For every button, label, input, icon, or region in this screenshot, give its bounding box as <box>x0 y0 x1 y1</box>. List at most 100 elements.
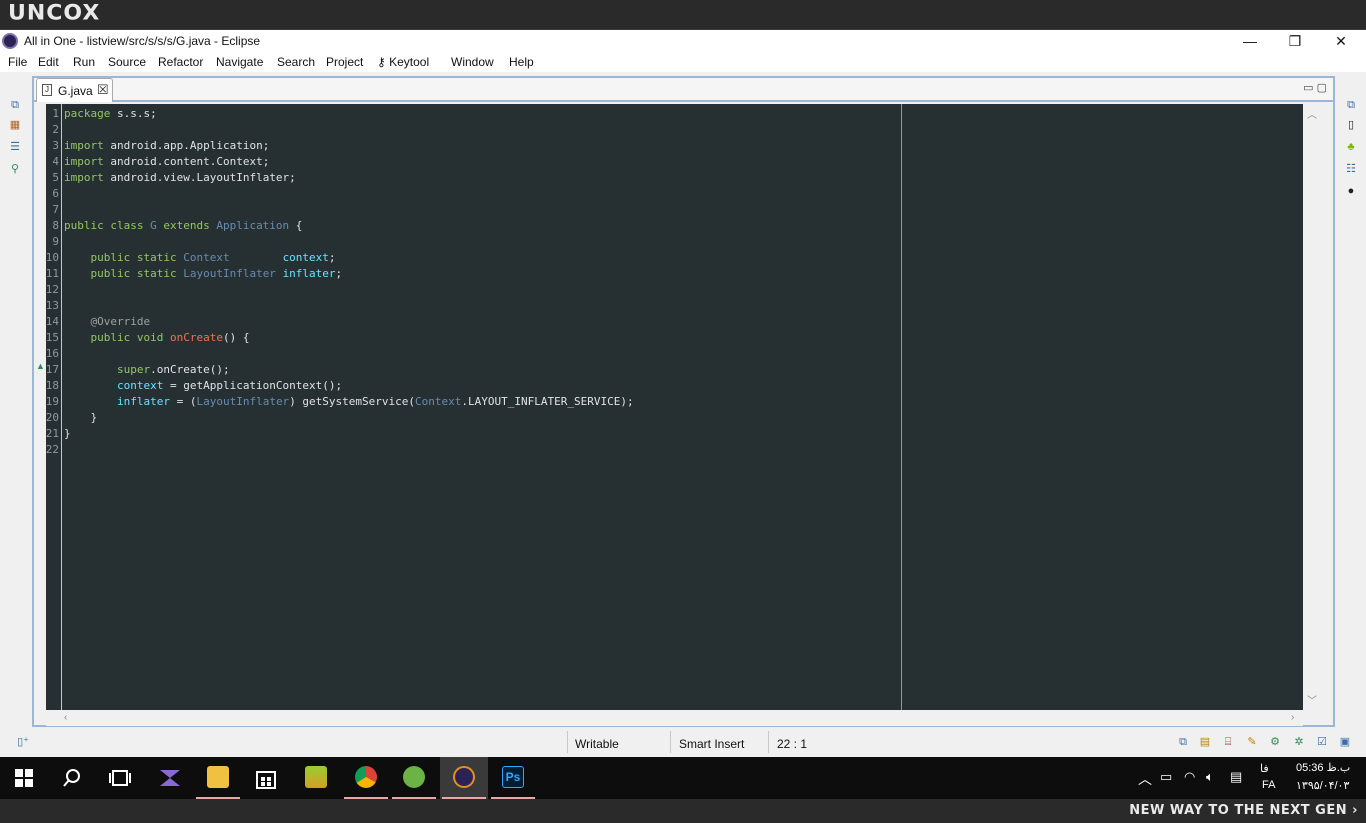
restore-button[interactable]: ❐ <box>1272 30 1318 52</box>
android-studio-taskbar-button[interactable] <box>390 757 438 799</box>
line-number: 2 <box>52 123 59 136</box>
line-number: 13 <box>45 299 59 312</box>
hierarchy-icon[interactable]: ⚲ <box>8 162 22 176</box>
override-marker-icon[interactable]: ▲ <box>36 361 46 371</box>
minimize-button[interactable]: — <box>1227 30 1273 52</box>
folder-icon <box>207 766 229 788</box>
console-icon[interactable]: ● <box>1344 184 1358 198</box>
language-indicator-native[interactable]: فا <box>1260 762 1269 775</box>
file-explorer-taskbar-button[interactable] <box>194 757 242 799</box>
code-line: } <box>64 411 98 424</box>
line-number: 14 <box>45 315 59 328</box>
close-button[interactable]: ✕ <box>1318 30 1364 52</box>
progress-icon[interactable]: ☑ <box>1315 735 1329 749</box>
code-line: public static Context context; <box>64 251 336 264</box>
print-margin-line <box>901 104 902 710</box>
menu-run[interactable]: Run <box>73 55 95 69</box>
outline-icon[interactable]: ☰ <box>8 140 22 154</box>
title-bar: All in One - listview/src/s/s/s/G.java -… <box>0 30 1366 52</box>
code-line: context = getApplicationContext(); <box>64 379 343 392</box>
restore-right-view-icon[interactable]: ⧉ <box>1344 98 1358 112</box>
code-editor[interactable]: 1 2 3 4 5 6 7 8 9 10 11 12 13 14 15 16 17 18 19 20 21 22 pack… <box>46 104 1303 710</box>
line-number-gutter: 1 2 3 4 5 6 7 8 9 10 11 12 13 14 15 16 17 18 19 20 21 22 <box>46 104 62 710</box>
task-view-button[interactable] <box>96 757 144 799</box>
chevron-up-icon[interactable]: ︿ <box>1138 769 1152 789</box>
task-view-icon <box>109 770 131 786</box>
menu-refactor[interactable]: Refactor <box>158 55 203 69</box>
line-number: 4 <box>52 155 59 168</box>
line-number: 9 <box>52 235 59 248</box>
tasks-icon[interactable]: ☷ <box>1344 162 1358 176</box>
photoshop-taskbar-button[interactable]: Ps <box>489 757 537 799</box>
device-icon[interactable]: ▯ <box>1344 118 1358 132</box>
tab-label: G.java <box>58 84 93 98</box>
photoshop-icon: Ps <box>502 766 524 788</box>
menu-help[interactable]: Help <box>509 55 534 69</box>
scroll-left-icon[interactable]: ‹ <box>64 712 67 723</box>
declaration-icon[interactable]: ✎ <box>1245 735 1259 749</box>
editor-tab-bar: J G.java ☒ ▭ ▢ <box>34 78 1333 102</box>
insert-mode-status: Smart Insert <box>679 737 745 751</box>
line-number: 6 <box>52 187 59 200</box>
menu-window[interactable]: Window <box>451 55 494 69</box>
editor-minmax-icons[interactable]: ▭ ▢ <box>1303 81 1327 94</box>
logcat-icon[interactable]: ⚙ <box>1268 735 1282 749</box>
android-icon[interactable]: ♣ <box>1344 140 1358 154</box>
package-explorer-icon[interactable]: ▦ <box>8 118 22 132</box>
right-trim-bar: ⧉ ▯ ♣ ☷ ● <box>1336 74 1366 754</box>
status-divider <box>670 731 671 753</box>
menu-keytool[interactable]: ⚷ Keytool <box>377 55 429 69</box>
window-title: All in One - listview/src/s/s/s/G.java -… <box>24 34 261 48</box>
eclipse-window: All in One - listview/src/s/s/s/G.java -… <box>0 30 1366 757</box>
line-number: 21 <box>45 427 59 440</box>
search-button[interactable] <box>48 757 96 799</box>
problems-icon[interactable]: ▤ <box>1198 735 1212 749</box>
clock-time[interactable]: 05:36 ب.ظ <box>1296 761 1350 774</box>
fast-view-icon[interactable]: ▯⁺ <box>16 735 30 749</box>
javadoc-icon[interactable]: ⌸ <box>1221 735 1235 749</box>
left-trim-bar: ⧉ ▦ ☰ ⚲ <box>0 74 30 754</box>
wifi-icon[interactable]: ◠ <box>1184 769 1195 785</box>
restore-view-icon[interactable]: ⧉ <box>8 98 22 112</box>
devices-icon[interactable]: ✲ <box>1292 735 1306 749</box>
line-number: 22 <box>45 443 59 456</box>
menu-file[interactable]: File <box>8 55 27 69</box>
bottom-banner: NEW WAY TO THE NEXT GEN › <box>0 799 1366 823</box>
vertical-scrollbar[interactable]: ︿ ﹀ <box>1303 104 1319 710</box>
status-divider <box>567 731 568 753</box>
line-number: 10 <box>45 251 59 264</box>
bluestacks-taskbar-button[interactable] <box>292 757 340 799</box>
store-taskbar-button[interactable] <box>242 757 290 799</box>
menu-project[interactable]: Project <box>326 55 363 69</box>
menu-edit[interactable]: Edit <box>38 55 59 69</box>
menu-navigate[interactable]: Navigate <box>216 55 263 69</box>
battery-icon[interactable]: ▭ <box>1160 769 1172 785</box>
restore-bottom-icon[interactable]: ⧉ <box>1176 735 1190 749</box>
close-tab-icon[interactable]: ☒ <box>97 82 109 98</box>
eclipse-taskbar-icon <box>453 766 475 788</box>
code-line: } <box>64 427 71 440</box>
clock-date[interactable]: ۱۳۹۵/۰۴/۰۳ <box>1296 779 1349 792</box>
scroll-down-icon[interactable]: ﹀ <box>1307 692 1317 707</box>
uncox-logo: UNCOX <box>8 1 101 26</box>
console-view-icon[interactable]: ▣ <box>1338 735 1352 749</box>
chrome-icon <box>355 766 377 788</box>
eclipse-taskbar-button[interactable] <box>440 757 488 799</box>
horizontal-scrollbar[interactable]: ‹ › <box>46 710 1303 726</box>
volume-icon[interactable]: 🔈︎ <box>1206 769 1214 785</box>
scroll-right-icon[interactable]: › <box>1291 712 1294 723</box>
notifications-icon[interactable]: ▤ <box>1230 769 1242 785</box>
start-button[interactable] <box>0 757 48 799</box>
key-icon: ⚷ <box>377 55 390 69</box>
top-banner: UNCOX <box>0 0 1366 30</box>
chrome-taskbar-button[interactable] <box>342 757 390 799</box>
code-line: import android.content.Context; <box>64 155 270 168</box>
tab-g-java[interactable]: J G.java ☒ <box>36 78 113 102</box>
menu-source[interactable]: Source <box>108 55 146 69</box>
code-line: super.onCreate(); <box>64 363 230 376</box>
language-indicator[interactable]: FA <box>1262 779 1275 791</box>
scroll-up-icon[interactable]: ︿ <box>1307 106 1317 121</box>
menu-bar: File Edit Run Source Refactor Navigate S… <box>0 52 1366 72</box>
menu-search[interactable]: Search <box>277 55 315 69</box>
visual-studio-taskbar-button[interactable] <box>146 757 194 799</box>
